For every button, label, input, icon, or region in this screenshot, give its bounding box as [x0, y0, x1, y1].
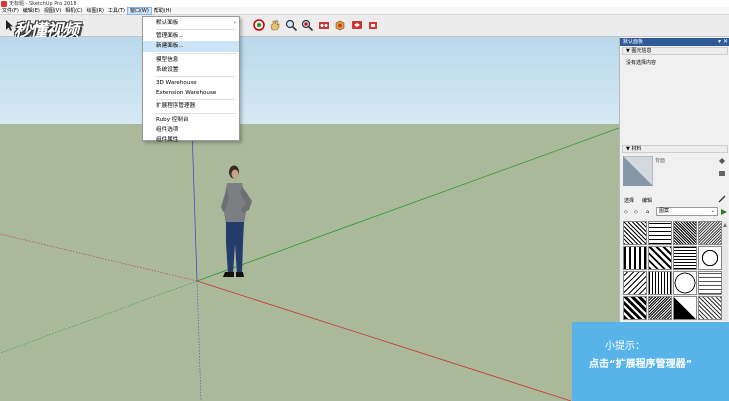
material-thumbnail[interactable] — [623, 296, 647, 320]
watermark-logo: 秒懂视频 — [14, 21, 79, 41]
material-thumbnail[interactable] — [673, 246, 697, 270]
tip-text: 点击“扩展程序管理器” — [589, 359, 693, 370]
tip-box: 小提示： 点击“扩展程序管理器” — [572, 322, 729, 401]
material-thumbnail[interactable] — [623, 271, 647, 295]
menu-item-preferences[interactable]: 系统设置 — [143, 65, 239, 75]
material-thumbnail[interactable] — [673, 271, 697, 295]
menu-view[interactable]: 视图(V) — [42, 7, 63, 15]
entity-info-content: 没有选择内容 — [626, 60, 657, 66]
red-axis-dotted — [0, 233, 198, 282]
pin-icon[interactable]: ▾ ✕ — [718, 38, 728, 46]
tab-edit[interactable]: 编辑 — [642, 197, 652, 204]
material-thumbnail[interactable] — [623, 246, 647, 270]
tab-select[interactable]: 选择 — [624, 197, 634, 204]
extension-warehouse-icon[interactable] — [350, 18, 364, 32]
tip-title: 小提示： — [605, 341, 645, 352]
menu-item-extension-manager[interactable]: 扩展程序管理器 — [143, 101, 239, 111]
material-thumbnail[interactable] — [698, 271, 722, 295]
details-arrow-icon[interactable] — [720, 208, 728, 216]
material-thumbnail[interactable] — [648, 296, 672, 320]
scene-canvas — [0, 37, 619, 401]
components-icon[interactable] — [333, 18, 347, 32]
red-axis — [196, 280, 572, 401]
create-material-icon[interactable] — [718, 169, 726, 177]
menu-item-model-info[interactable]: 模型信息 — [143, 55, 239, 65]
menu-edit[interactable]: 编辑(E) — [21, 7, 42, 15]
material-thumbnail[interactable] — [698, 246, 722, 270]
menu-bar: 文件(F) 编辑(E) 视图(V) 相机(C) 绘图(R) 工具(T) 窗口(W… — [0, 6, 729, 15]
pan-hand-icon[interactable] — [268, 18, 282, 32]
entity-info-section-header[interactable]: ▼ 图元信息 — [622, 47, 728, 55]
person-figure — [221, 165, 252, 277]
warehouse-icon[interactable] — [317, 18, 331, 32]
menu-separator — [156, 29, 236, 31]
material-thumbnail[interactable] — [698, 221, 722, 245]
menu-item-extension-warehouse[interactable]: Extension Warehouse — [143, 88, 239, 98]
zoom-extents-icon[interactable] — [300, 18, 314, 32]
menu-item-new-tray[interactable]: 新建面板... — [143, 41, 239, 52]
paint-bucket-icon[interactable] — [718, 157, 726, 165]
toolbar: 秒懂视频 — [0, 15, 729, 41]
chevron-down-icon: ⌄ — [710, 208, 715, 214]
menu-camera[interactable]: 相机(C) — [63, 7, 84, 15]
menu-help[interactable]: 帮助(H) — [152, 7, 174, 15]
green-axis — [196, 127, 619, 282]
menu-item-default-tray[interactable]: 默认面板 › — [143, 18, 239, 28]
material-thumbnail[interactable] — [698, 296, 722, 320]
back-icon[interactable]: ◇ — [624, 209, 628, 215]
extension-manager-icon[interactable] — [366, 18, 380, 32]
eyedropper-icon[interactable] — [718, 195, 726, 203]
thumbnails-scrollbar[interactable] — [722, 221, 728, 321]
material-thumbnail[interactable] — [648, 271, 672, 295]
menu-separator — [156, 52, 236, 54]
menu-file[interactable]: 文件(F) — [0, 7, 21, 15]
tray-header: 默认面板 ▾ ✕ — [620, 38, 729, 46]
zoom-icon[interactable] — [284, 18, 298, 32]
menu-separator — [156, 75, 236, 77]
material-preview-swatch — [623, 156, 653, 186]
window-dropdown-menu: 默认面板 › 管理面板... 新建面板... 模型信息 系统设置 3D Wareh… — [142, 16, 240, 143]
library-select[interactable]: 图案 ⌄ — [656, 207, 718, 216]
menu-window[interactable]: 窗口(W) — [126, 6, 152, 15]
menu-item-3d-warehouse[interactable]: 3D Warehouse — [143, 78, 239, 88]
material-thumbnail[interactable] — [673, 221, 697, 245]
menu-item-manage-trays[interactable]: 管理面板... — [143, 31, 239, 41]
menu-separator — [156, 99, 236, 101]
material-thumbnail[interactable] — [648, 246, 672, 270]
menu-separator — [156, 112, 236, 114]
forward-icon[interactable]: ◇ — [634, 209, 638, 215]
orbit-icon[interactable] — [252, 18, 266, 32]
menu-item-component-attributes[interactable]: 组件属性 — [143, 135, 239, 145]
menu-item-component-options[interactable]: 组件选项 — [143, 125, 239, 135]
menu-draw[interactable]: 绘图(R) — [85, 7, 106, 15]
menu-item-ruby-console[interactable]: Ruby 控制台 — [143, 115, 239, 125]
material-thumbnail[interactable] — [673, 296, 697, 320]
material-thumbnail[interactable] — [623, 221, 647, 245]
submenu-arrow-icon: › — [234, 20, 236, 26]
menu-tools[interactable]: 工具(T) — [106, 7, 127, 15]
material-thumbnail[interactable] — [648, 221, 672, 245]
materials-section-header[interactable]: ▼ 材料 — [622, 145, 728, 153]
blue-axis-dotted — [196, 280, 202, 401]
green-axis-dotted — [0, 280, 198, 354]
model-viewport[interactable] — [0, 37, 619, 401]
home-icon[interactable]: ⌂ — [646, 209, 649, 215]
material-preview-label: 背面 — [655, 158, 666, 164]
